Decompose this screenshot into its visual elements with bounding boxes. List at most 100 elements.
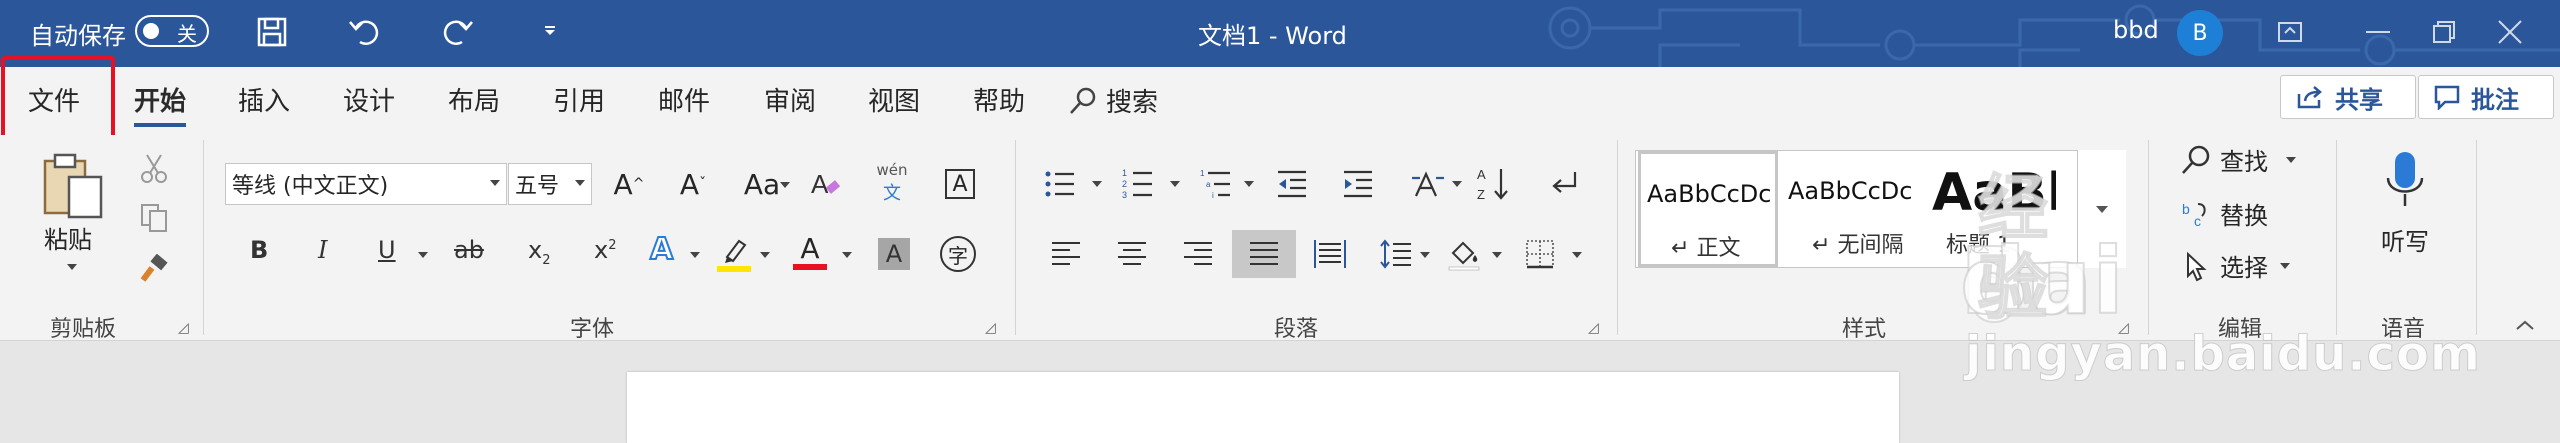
decrease-indent-button[interactable]	[1272, 164, 1312, 204]
align-center-button[interactable]	[1112, 236, 1152, 272]
autosave-toggle[interactable]: 关	[135, 15, 209, 47]
chinese-layout-dropdown-arrow[interactable]	[1452, 181, 1462, 187]
cut-button[interactable]	[134, 148, 174, 188]
format-painter-button[interactable]	[134, 250, 174, 290]
borders-button[interactable]	[1520, 234, 1560, 274]
autosave-state: 关	[177, 22, 197, 46]
title-bar: 自动保存 关 文档1 - Word bbd B	[0, 0, 2560, 67]
search-box[interactable]: 搜索	[1068, 82, 1158, 119]
line-spacing-dropdown-arrow[interactable]	[1420, 252, 1430, 258]
shading-dropdown-arrow[interactable]	[1492, 252, 1502, 258]
subscript-button[interactable]: x2	[528, 236, 550, 268]
strikethrough-button[interactable]: ab	[454, 236, 484, 264]
borders-dropdown-arrow[interactable]	[1572, 252, 1582, 258]
undo-button[interactable]	[345, 12, 385, 52]
tab-review[interactable]: 审阅	[764, 81, 816, 118]
chinese-layout-button[interactable]	[1406, 164, 1450, 204]
line-spacing-icon	[1380, 239, 1411, 269]
phonetic-guide-button[interactable]: wén 文	[870, 160, 914, 206]
shrink-font-button[interactable]: Aˇ	[672, 164, 714, 204]
paragraph-launcher-icon[interactable]: ◿	[1588, 320, 1599, 336]
bullets-dropdown-arrow[interactable]	[1092, 181, 1102, 187]
font-size-value: 五号	[515, 174, 560, 199]
ribbon-display-options-button[interactable]	[2268, 12, 2312, 52]
tab-insert[interactable]: 插入	[238, 81, 290, 118]
comments-button[interactable]: 批注	[2418, 75, 2554, 119]
find-button[interactable]: 查找	[2180, 142, 2296, 177]
find-dropdown-arrow[interactable]	[2286, 156, 2296, 163]
restore-icon	[2433, 21, 2455, 43]
tab-layout[interactable]: 布局	[448, 81, 500, 118]
increase-indent-button[interactable]	[1338, 164, 1378, 204]
customize-quick-access-button[interactable]	[530, 12, 570, 52]
text-effects-dropdown-arrow[interactable]	[690, 252, 700, 258]
numbering-button[interactable]: 123	[1118, 164, 1158, 204]
font-color-dropdown-arrow[interactable]	[842, 252, 852, 258]
font-name-combo[interactable]: 等线 (中文正文)	[225, 163, 507, 205]
style-item-normal[interactable]: AaBbCcDc ↵ 正文	[1638, 151, 1778, 267]
font-size-combo[interactable]: 五号	[508, 163, 592, 205]
restore-button[interactable]	[2422, 12, 2466, 52]
justify-button[interactable]	[1232, 230, 1296, 278]
character-border-button[interactable]: A	[940, 164, 980, 204]
distributed-button[interactable]	[1310, 234, 1350, 274]
paste-button[interactable]	[40, 150, 106, 220]
tab-references[interactable]: 引用	[553, 81, 605, 118]
multilevel-list-button[interactable]: 1ai	[1196, 164, 1236, 204]
style-item-no-spacing[interactable]: AaBbCcDc ↵ 无间隔	[1782, 151, 1922, 267]
bullets-icon	[1045, 171, 1074, 197]
change-case-button[interactable]: Aa	[738, 164, 786, 204]
font-name-dropdown-arrow[interactable]	[490, 180, 500, 186]
tab-view[interactable]: 视图	[868, 81, 920, 118]
shading-button[interactable]	[1444, 234, 1484, 274]
tab-home[interactable]: 开始	[134, 81, 187, 127]
highlight-button[interactable]	[716, 234, 752, 274]
baidu-watermark: Bai du 经验	[1959, 167, 2125, 329]
align-right-button[interactable]	[1178, 236, 1218, 272]
highlight-dropdown-arrow[interactable]	[760, 252, 770, 258]
tab-help[interactable]: 帮助	[973, 81, 1025, 118]
bullets-button[interactable]	[1040, 164, 1080, 204]
clipboard-launcher-icon[interactable]: ◿	[178, 320, 189, 336]
change-case-dropdown-arrow[interactable]	[780, 182, 790, 188]
clear-formatting-button[interactable]: A	[806, 164, 846, 204]
multilevel-list-dropdown-arrow[interactable]	[1244, 181, 1254, 187]
user-name[interactable]: bbd	[2113, 16, 2159, 44]
save-button[interactable]	[252, 12, 292, 52]
character-shading-button[interactable]: A	[878, 238, 910, 270]
paste-dropdown-arrow[interactable]	[67, 264, 77, 270]
tab-design[interactable]: 设计	[343, 81, 395, 118]
bold-button[interactable]: B	[250, 236, 268, 264]
svg-text:c: c	[2194, 213, 2201, 229]
font-size-dropdown-arrow[interactable]	[575, 180, 585, 186]
italic-button[interactable]: I	[318, 236, 327, 264]
redo-button[interactable]	[437, 12, 477, 52]
document-page[interactable]	[627, 372, 1899, 443]
collapse-ribbon-button[interactable]	[2510, 312, 2540, 338]
font-launcher-icon[interactable]: ◿	[985, 320, 996, 336]
numbering-dropdown-arrow[interactable]	[1170, 181, 1180, 187]
tab-mailings[interactable]: 邮件	[658, 81, 710, 118]
show-formatting-marks-button[interactable]	[1544, 164, 1584, 204]
underline-button[interactable]: U	[378, 236, 396, 264]
share-button[interactable]: 共享	[2280, 75, 2416, 119]
copy-button[interactable]	[134, 198, 174, 238]
line-spacing-button[interactable]	[1376, 234, 1416, 274]
sort-button[interactable]: AZ	[1474, 162, 1514, 206]
dictate-button[interactable]	[2380, 146, 2430, 216]
avatar[interactable]: B	[2177, 10, 2223, 56]
microphone-icon	[2386, 152, 2424, 206]
minimize-button[interactable]	[2356, 12, 2400, 52]
grow-font-button[interactable]: A ^	[608, 164, 650, 204]
text-effects-button[interactable]: A	[649, 231, 674, 268]
superscript-button[interactable]: x2	[594, 236, 616, 264]
chevron-up-icon	[2516, 320, 2534, 330]
font-color-button[interactable]: A	[792, 230, 828, 274]
select-dropdown-arrow[interactable]	[2280, 262, 2290, 269]
replace-button[interactable]: bc 替换	[2180, 196, 2268, 231]
enclose-characters-button[interactable]: 字	[940, 236, 976, 272]
select-button[interactable]: 选择	[2180, 248, 2290, 283]
close-button[interactable]	[2488, 12, 2532, 52]
underline-dropdown-arrow[interactable]	[418, 252, 428, 258]
align-left-button[interactable]	[1046, 236, 1086, 272]
